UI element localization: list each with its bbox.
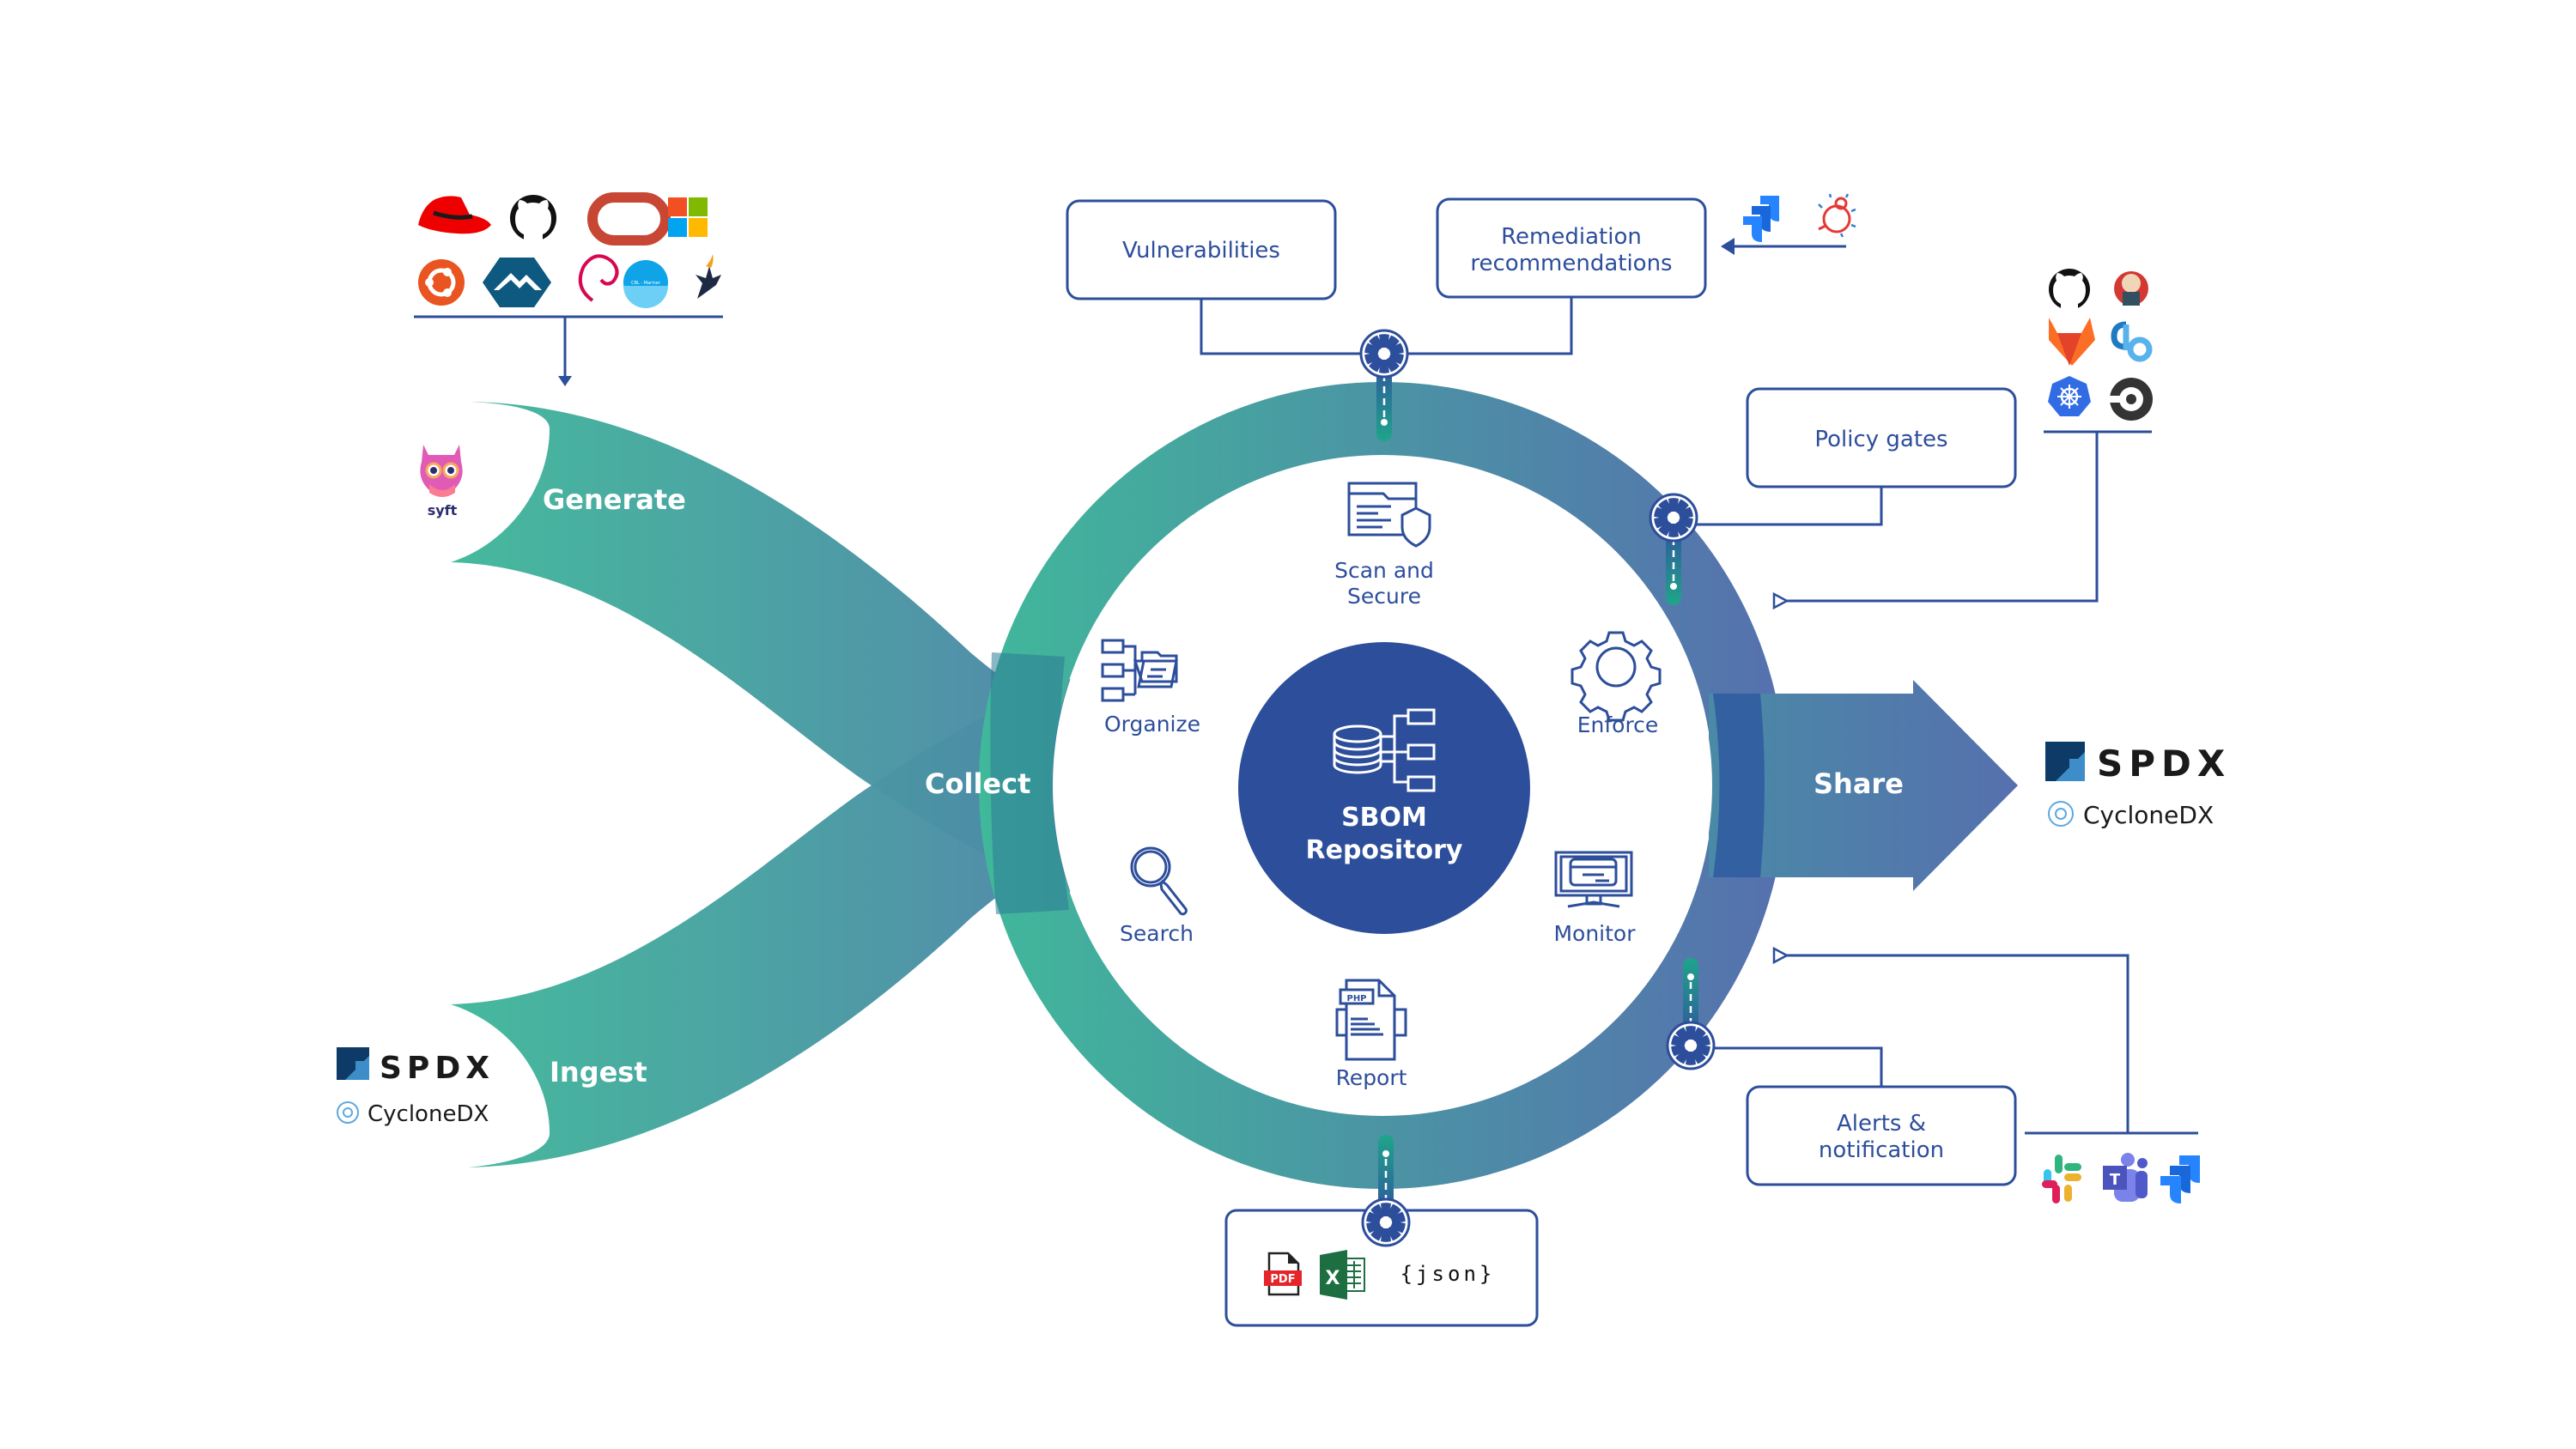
redhat-icon (418, 196, 491, 234)
jira-icon (1743, 196, 1779, 242)
alerts-connector (1693, 1046, 1883, 1087)
wolfi-icon (696, 254, 721, 299)
jira-icon (2160, 1155, 2200, 1203)
codefresh-icon (2111, 321, 2153, 362)
ingest-flow-ribbon (451, 678, 1073, 1167)
vulnerabilities-label: Vulnerabilities (1122, 238, 1280, 264)
collect-label: Collect (925, 767, 1030, 800)
teams-icon: T (2103, 1153, 2148, 1202)
os-logos-group: CBL - Mariner (418, 192, 721, 308)
scan-label-1: Scan and (1334, 558, 1434, 583)
sbom-label: SBOM (1341, 803, 1427, 833)
syft-label: syft (428, 502, 458, 518)
notify-tools-group: T (2042, 1153, 2200, 1203)
sbom-repository-node[interactable]: SBOM Repository (1238, 642, 1530, 934)
vulnerabilities-box[interactable]: Vulnerabilities (1066, 199, 1337, 300)
policy-gates-label: Policy gates (1814, 427, 1947, 452)
share-formats: SPDX CycloneDX (2045, 742, 2231, 829)
policy-gates-box[interactable]: Policy gates (1746, 387, 2017, 488)
github-icon (510, 195, 556, 241)
search-label: Search (1120, 921, 1194, 946)
notify-arrowhead (1772, 946, 1789, 965)
repository-label: Repository (1306, 835, 1463, 865)
alerts-label-1: Alerts & (1837, 1111, 1926, 1137)
report-label: Report (1336, 1065, 1407, 1090)
ci-tools-group (2048, 269, 2153, 421)
alerts-notification-box[interactable]: Alerts & notification (1746, 1085, 2017, 1186)
oracle-icon (587, 192, 671, 246)
policy-connector (1693, 487, 1883, 526)
ci-arrowhead (1772, 591, 1789, 610)
cyclonedx-icon (2048, 801, 2074, 827)
generate-label: Generate (543, 483, 686, 516)
cyclonedx-label-share: CycloneDX (2083, 801, 2214, 829)
kubernetes-icon (2048, 376, 2091, 416)
php-badge: PHP (1346, 994, 1366, 1003)
monitor-label: Monitor (1553, 921, 1636, 946)
scan-label-2: Secure (1347, 584, 1421, 609)
ingest-formats: SPDX CycloneDX (337, 1047, 495, 1127)
spdx-logo-icon (2045, 742, 2085, 781)
cbl-mariner-text: CBL - Mariner (631, 281, 661, 286)
json-label: {json} (1400, 1262, 1496, 1286)
ingest-label: Ingest (550, 1056, 647, 1088)
remediation-box[interactable]: Remediation recommendations (1436, 197, 1707, 299)
share-label: Share (1814, 767, 1904, 800)
spdx-logo-icon (337, 1047, 369, 1080)
remediation-label-2: recommendations (1470, 251, 1672, 276)
syft-logo: syft (420, 445, 463, 518)
bug-tracker-icon (1818, 193, 1856, 238)
share-overlap-band (1713, 694, 1765, 877)
jenkins-icon (2114, 271, 2148, 306)
pdf-label: PDF (1270, 1273, 1295, 1286)
remediation-label-1: Remediation (1501, 224, 1642, 250)
cyclonedx-icon (337, 1101, 359, 1124)
github-icon (2049, 269, 2090, 310)
gitlab-icon (2049, 318, 2095, 366)
slack-icon (2042, 1155, 2081, 1203)
alpine-icon (483, 258, 551, 307)
cyclonedx-label-ingest: CycloneDX (368, 1101, 489, 1127)
excel-label: X (1326, 1268, 1340, 1289)
cbl-mariner-icon: CBL - Mariner (623, 260, 668, 308)
alerts-label-2: notification (1819, 1137, 1944, 1163)
spdx-label-ingest: SPDX (380, 1051, 495, 1086)
enforce-label: Enforce (1577, 712, 1659, 737)
remediation-input-arrowhead (1721, 238, 1735, 255)
spdx-label-share: SPDX (2097, 743, 2231, 785)
organize-label: Organize (1104, 712, 1200, 737)
microsoft-icon (668, 197, 708, 237)
ubuntu-icon (418, 259, 465, 306)
sources-arrow-head (558, 376, 572, 386)
debian-icon (578, 254, 619, 302)
sbom-lifecycle-diagram: SBOM Repository Scan and Secure Enforce … (337, 192, 2231, 1327)
teams-letter: T (2110, 1171, 2121, 1189)
circleci-icon (2109, 378, 2153, 421)
